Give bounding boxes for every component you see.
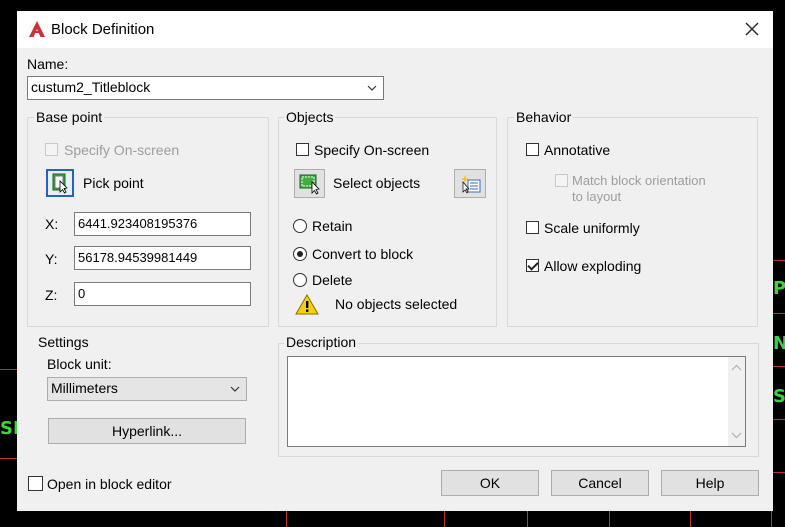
quick-select-icon bbox=[461, 175, 481, 194]
convert-to-block-label: Convert to block bbox=[312, 246, 414, 262]
chevron-down-icon bbox=[367, 85, 377, 91]
objects-specify-onscreen-label: Specify On-screen bbox=[314, 142, 430, 158]
annotative-label: Annotative bbox=[544, 142, 611, 158]
allow-exploding-checkbox[interactable] bbox=[526, 259, 539, 272]
hyperlink-button[interactable]: Hyperlink... bbox=[48, 418, 246, 444]
close-icon[interactable] bbox=[739, 17, 765, 41]
name-combobox[interactable]: custum2_Titleblock bbox=[27, 76, 384, 100]
background-line bbox=[773, 472, 785, 473]
ok-button[interactable]: OK bbox=[441, 470, 539, 496]
base-specify-onscreen-label: Specify On-screen bbox=[64, 142, 180, 158]
scale-uniformly-checkbox[interactable] bbox=[526, 221, 539, 234]
annotative-checkbox[interactable] bbox=[526, 143, 539, 156]
delete-label: Delete bbox=[312, 272, 353, 288]
select-objects-icon bbox=[299, 174, 320, 195]
behavior-title: Behavior bbox=[514, 109, 574, 125]
retain-label: Retain bbox=[312, 218, 353, 234]
description-title: Description bbox=[284, 334, 359, 350]
background-line bbox=[773, 260, 785, 261]
cancel-button[interactable]: Cancel bbox=[551, 470, 649, 496]
pick-point-icon bbox=[52, 173, 68, 194]
pick-point-button[interactable] bbox=[46, 169, 74, 197]
hyperlink-label: Hyperlink... bbox=[111, 423, 183, 439]
convert-to-block-radio[interactable] bbox=[293, 247, 307, 261]
scroll-down-icon[interactable] bbox=[728, 428, 745, 442]
autocad-icon bbox=[29, 21, 45, 37]
match-orientation-checkbox[interactable] bbox=[555, 174, 568, 187]
select-objects-button[interactable] bbox=[294, 169, 325, 198]
background-drawing-text: PT bbox=[773, 278, 785, 299]
block-unit-label: Block unit: bbox=[47, 356, 112, 372]
y-coordinate-input[interactable]: 56178.94539981449 bbox=[74, 246, 251, 270]
block-definition-dialog: Block Definition Name: custum2_Titlebloc… bbox=[17, 11, 773, 511]
open-in-block-editor-checkbox[interactable] bbox=[28, 476, 43, 491]
match-orientation-label-line2: to layout bbox=[572, 189, 622, 204]
z-value: 0 bbox=[78, 286, 86, 301]
title-bar[interactable]: Block Definition bbox=[17, 11, 773, 48]
name-label: Name: bbox=[27, 56, 69, 72]
background-drawing-text: SS bbox=[773, 386, 785, 407]
select-objects-label: Select objects bbox=[333, 175, 421, 191]
open-in-block-editor-label: Open in block editor bbox=[47, 476, 172, 492]
scroll-up-icon[interactable] bbox=[728, 361, 745, 375]
help-label: Help bbox=[695, 475, 725, 491]
background-line bbox=[527, 511, 528, 527]
chevron-down-icon bbox=[230, 386, 240, 392]
allow-exploding-label: Allow exploding bbox=[544, 258, 642, 274]
pick-point-label: Pick point bbox=[83, 175, 144, 191]
y-value: 56178.94539981449 bbox=[78, 250, 198, 265]
background-line bbox=[286, 511, 287, 527]
name-value: custum2_Titleblock bbox=[31, 79, 151, 95]
dialog-title: Block Definition bbox=[51, 21, 155, 38]
background-line bbox=[773, 313, 785, 314]
warning-icon bbox=[295, 294, 319, 315]
background-line bbox=[690, 511, 691, 527]
background-line bbox=[771, 511, 772, 527]
base-point-title: Base point bbox=[34, 109, 105, 125]
objects-title: Objects bbox=[284, 109, 336, 125]
ok-label: OK bbox=[479, 475, 501, 491]
description-scrollbar[interactable] bbox=[728, 357, 745, 446]
settings-title: Settings bbox=[36, 334, 91, 350]
delete-radio[interactable] bbox=[293, 273, 307, 287]
background-line bbox=[773, 366, 785, 367]
help-button[interactable]: Help bbox=[661, 470, 759, 496]
objects-specify-onscreen-checkbox[interactable] bbox=[296, 143, 309, 156]
background-drawing-text: NI bbox=[773, 333, 785, 354]
objects-status: No objects selected bbox=[335, 296, 458, 312]
block-unit-value: Millimeters bbox=[51, 380, 118, 396]
scale-uniformly-label: Scale uniformly bbox=[544, 220, 640, 236]
y-label: Y: bbox=[45, 251, 58, 267]
retain-radio[interactable] bbox=[293, 219, 307, 233]
match-orientation-label: Match block orientation bbox=[572, 173, 706, 188]
quick-select-button[interactable] bbox=[454, 169, 486, 198]
background-line bbox=[0, 458, 17, 459]
x-value: 6441.923408195376 bbox=[78, 216, 198, 231]
block-unit-select[interactable]: Millimeters bbox=[47, 377, 247, 401]
background-line bbox=[609, 511, 610, 527]
description-textarea[interactable] bbox=[287, 356, 746, 447]
cancel-label: Cancel bbox=[578, 475, 622, 491]
z-coordinate-input[interactable]: 0 bbox=[74, 282, 251, 306]
base-specify-onscreen-checkbox[interactable] bbox=[45, 143, 58, 156]
background-line bbox=[0, 369, 17, 370]
x-coordinate-input[interactable]: 6441.923408195376 bbox=[74, 212, 251, 236]
z-label: Z: bbox=[45, 287, 58, 303]
background-line bbox=[444, 511, 445, 527]
background-line bbox=[773, 419, 785, 420]
x-label: X: bbox=[45, 216, 59, 232]
